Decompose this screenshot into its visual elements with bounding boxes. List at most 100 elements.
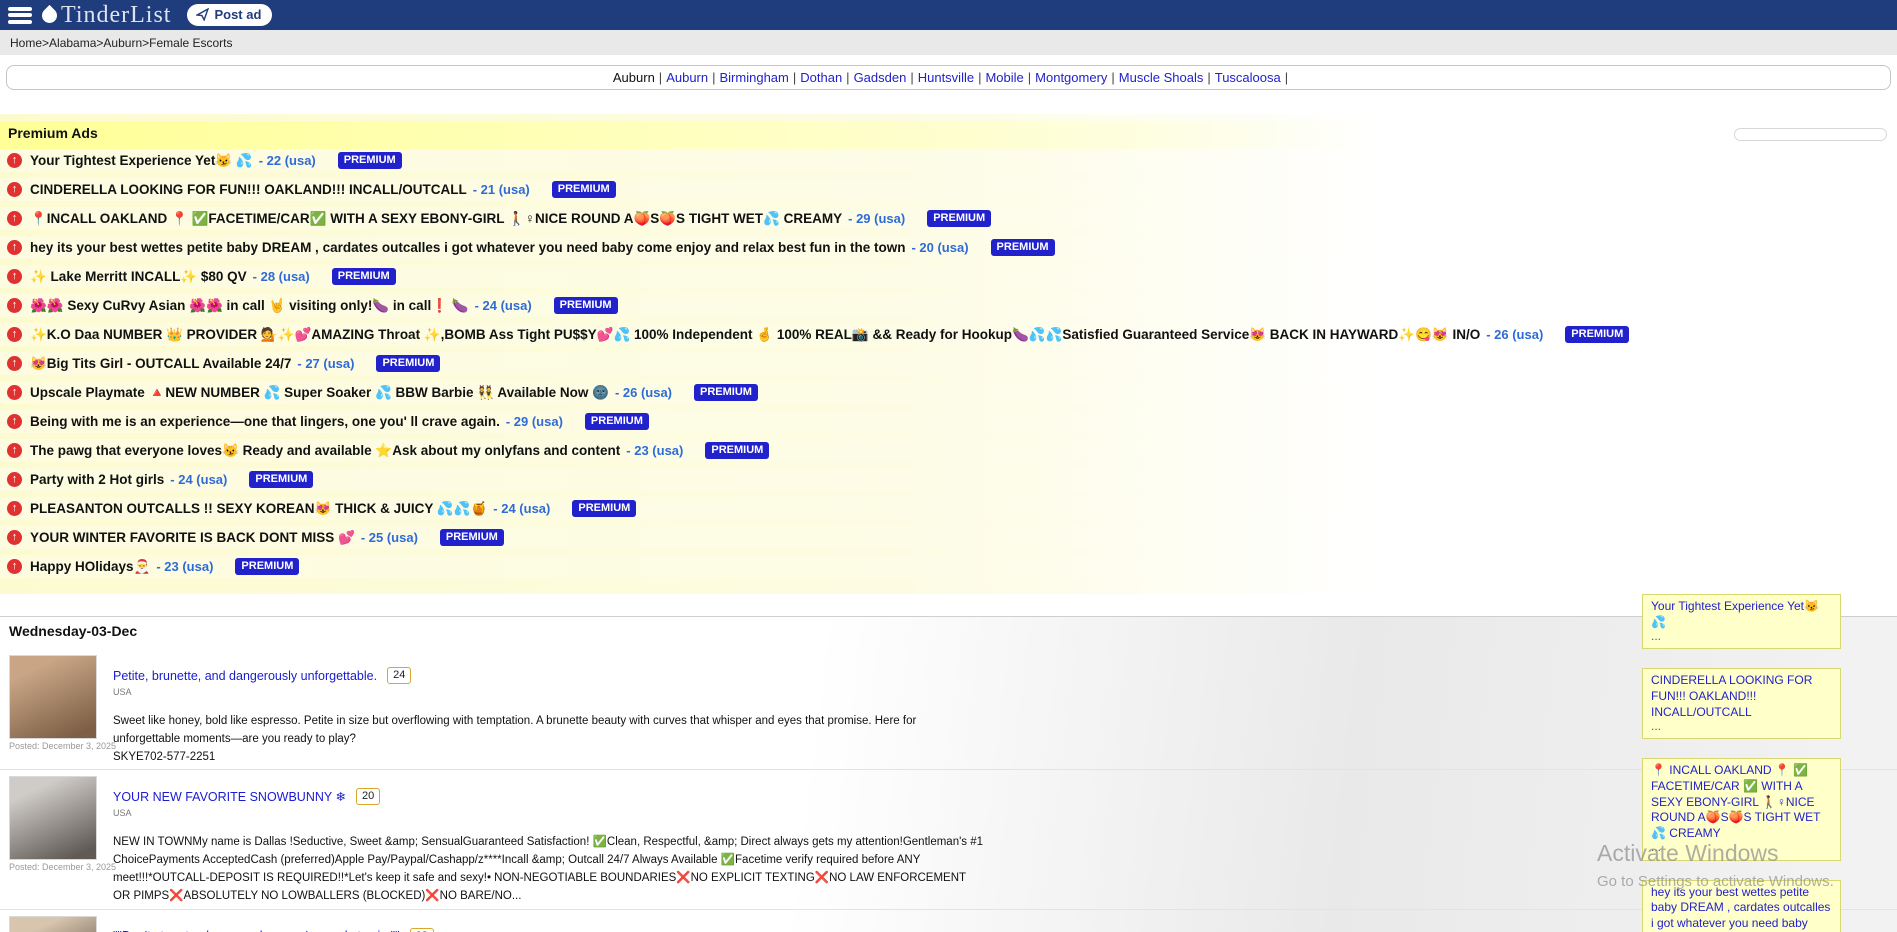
premium-ad-row: ↑ 😻Big Tits Girl - OUTCALL Available 24/… [0,352,1897,375]
premium-ad-row: ↑ Upscale Playmate 🔺NEW NUMBER 💦 Super S… [0,381,1897,404]
premium-badge[interactable]: PREMIUM [705,442,769,459]
city-link[interactable]: Muscle Shoals [1119,70,1204,85]
premium-ad-link[interactable]: PLEASANTON OUTCALLS !! SEXY KOREAN😻 THIC… [30,501,487,517]
post-ad-button[interactable]: Post ad [187,4,272,26]
premium-badge[interactable]: PREMIUM [338,152,402,169]
listing-location: USA [113,687,993,697]
premium-badge[interactable]: PREMIUM [376,355,440,372]
premium-ad-link[interactable]: Your Tightest Experience Yet😼 💦 [30,153,253,169]
premium-ad-link[interactable]: 🌺🌺 Sexy CuRvy Asian 🌺🌺 in call 🤘 visitin… [30,298,469,314]
sidebar-ad-box: hey its your best wettes petite baby DRE… [1642,880,1841,932]
premium-ad-link[interactable]: Upscale Playmate 🔺NEW NUMBER 💦 Super Soa… [30,385,609,401]
sidebar-ad-box: 📍 INCALL OAKLAND 📍 ✅ FACETIME/CAR ✅ WITH… [1642,758,1841,860]
premium-ad-age-region: - 26 (usa) [1486,327,1543,342]
sidebar-ad-link[interactable]: 📍 INCALL OAKLAND 📍 ✅ FACETIME/CAR ✅ WITH… [1651,763,1832,841]
premium-badge[interactable]: PREMIUM [991,239,1055,256]
city-link: Auburn [613,70,655,85]
premium-ads-list: ↑ Your Tightest Experience Yet😼 💦 - 22 (… [0,149,1897,578]
bump-up-icon: ↑ [7,153,22,168]
premium-ad-age-region: - 29 (usa) [848,211,905,226]
premium-ad-link[interactable]: YOUR WINTER FAVORITE IS BACK DONT MISS 💕 [30,530,355,546]
premium-ad-age-region: - 27 (usa) [297,356,354,371]
premium-section: Premium Ads ↑ Your Tightest Experience Y… [0,114,1897,594]
city-separator: | [1028,70,1031,85]
premium-ad-row: ↑ CINDERELLA LOOKING FOR FUN!!! OAKLAND!… [0,178,1897,201]
listing-title-link[interactable]: YOUR NEW FAVORITE SNOWBUNNY ❄ [113,789,346,804]
premium-badge[interactable]: PREMIUM [552,181,616,198]
premium-badge[interactable]: PREMIUM [249,471,313,488]
sidebar-ad-link[interactable]: Your Tightest Experience Yet😼 💦 [1651,599,1832,630]
post-ad-label: Post ad [214,7,261,22]
city-link[interactable]: Montgomery [1035,70,1107,85]
paper-plane-icon [196,8,209,21]
premium-badge[interactable]: PREMIUM [694,384,758,401]
top-bar: TinderList Post ad [0,0,1897,30]
premium-badge[interactable]: PREMIUM [1565,326,1629,343]
city-link[interactable]: Dothan [800,70,842,85]
bump-up-icon: ↑ [7,559,22,574]
hamburger-menu-icon[interactable] [8,7,32,24]
premium-badge[interactable]: PREMIUM [440,529,504,546]
city-link[interactable]: Huntsville [918,70,974,85]
listing-row: Posted: December 3, 2025 YOUR NEW FAVORI… [0,770,1897,909]
listing-photo[interactable] [9,916,97,932]
premium-badge[interactable]: PREMIUM [585,413,649,430]
city-link[interactable]: Gadsden [854,70,907,85]
premium-ad-row: ↑ Happy HOlidays🎅 - 23 (usa) PREMIUM [0,555,1897,578]
sidebar-ad-link[interactable]: CINDERELLA LOOKING FOR FUN!!! OAKLAND!!!… [1651,673,1832,720]
brand-logo[interactable]: TinderList [42,2,171,29]
premium-sidebar: Your Tightest Experience Yet😼 💦 ... CIND… [1642,594,1841,932]
premium-ad-age-region: - 21 (usa) [473,182,530,197]
listing-photo[interactable] [9,776,97,860]
premium-ad-link[interactable]: hey its your best wettes petite baby DRE… [30,240,905,255]
premium-badge[interactable]: PREMIUM [554,297,618,314]
listing-row: Posted: December 3, 2025 ""Don't stare t… [0,910,1897,932]
premium-ad-age-region: - 29 (usa) [506,414,563,429]
premium-ad-link[interactable]: CINDERELLA LOOKING FOR FUN!!! OAKLAND!!!… [30,182,467,197]
premium-ad-link[interactable]: 😻Big Tits Girl - OUTCALL Available 24/7 [30,356,291,372]
bump-up-icon: ↑ [7,327,22,342]
premium-ad-row: ↑ 📍INCALL OAKLAND 📍 ✅FACETIME/CAR✅ WITH … [0,207,1897,230]
sidebar-ad-box: Your Tightest Experience Yet😼 💦 ... [1642,594,1841,649]
premium-ad-age-region: - 28 (usa) [253,269,310,284]
age-badge: 24 [387,667,411,684]
listings-section: Wednesday-03-Dec Posted: December 3, 202… [0,616,1897,932]
city-link[interactable]: Mobile [985,70,1023,85]
premium-ad-link[interactable]: ✨K.O Daa NUMBER 👑 PROVIDER 💁✨💕AMAZING Th… [30,327,1480,343]
premium-ad-link[interactable]: Party with 2 Hot girls [30,472,164,487]
listing-title-link[interactable]: Petite, brunette, and dangerously unforg… [113,669,377,683]
sidebar-ad-link[interactable]: hey its your best wettes petite baby DRE… [1651,885,1832,932]
city-link[interactable]: Auburn [666,70,708,85]
premium-ad-link[interactable]: The pawg that everyone loves😼 Ready and … [30,443,620,459]
premium-ad-row: ↑ 🌺🌺 Sexy CuRvy Asian 🌺🌺 in call 🤘 visit… [0,294,1897,317]
bump-up-icon: ↑ [7,269,22,284]
premium-ad-row: ↑ ✨ Lake Merritt INCALL✨ $80 QV - 28 (us… [0,265,1897,288]
listing-photo[interactable] [9,655,97,739]
premium-ad-link[interactable]: ✨ Lake Merritt INCALL✨ $80 QV [30,269,247,285]
brand-name: TinderList [61,2,171,29]
city-link[interactable]: Tuscaloosa [1215,70,1281,85]
breadcrumb: Home >Alabama>Auburn >Female Escorts [0,30,1897,55]
city-separator: | [659,70,662,85]
listing-row: Posted: December 3, 2025 Petite, brunett… [0,649,1897,770]
premium-ad-age-region: - 20 (usa) [911,240,968,255]
premium-ad-link[interactable]: 📍INCALL OAKLAND 📍 ✅FACETIME/CAR✅ WITH A … [30,211,842,227]
premium-ad-age-region: - 23 (usa) [626,443,683,458]
breadcrumb-item[interactable]: Auburn [103,36,142,50]
premium-ad-age-region: - 26 (usa) [615,385,672,400]
premium-badge[interactable]: PREMIUM [235,558,299,575]
premium-badge[interactable]: PREMIUM [572,500,636,517]
premium-ad-link[interactable]: Happy HOlidays🎅 [30,559,150,575]
listing-description: Sweet like honey, bold like espresso. Pe… [113,713,985,766]
breadcrumb-item[interactable]: Home [10,36,42,50]
premium-badge[interactable]: PREMIUM [927,210,991,227]
premium-badge[interactable]: PREMIUM [332,268,396,285]
posted-date: Posted: December 3, 2025 [9,862,99,872]
premium-ad-link[interactable]: Being with me is an experience—one that … [30,414,500,429]
breadcrumb-item[interactable]: Alabama [49,36,96,50]
bump-up-icon: ↑ [7,240,22,255]
city-link[interactable]: Birmingham [720,70,789,85]
premium-ad-age-region: - 22 (usa) [259,153,316,168]
premium-ad-row: ↑ YOUR WINTER FAVORITE IS BACK DONT MISS… [0,526,1897,549]
premium-ad-row: ↑ Being with me is an experience—one tha… [0,410,1897,433]
